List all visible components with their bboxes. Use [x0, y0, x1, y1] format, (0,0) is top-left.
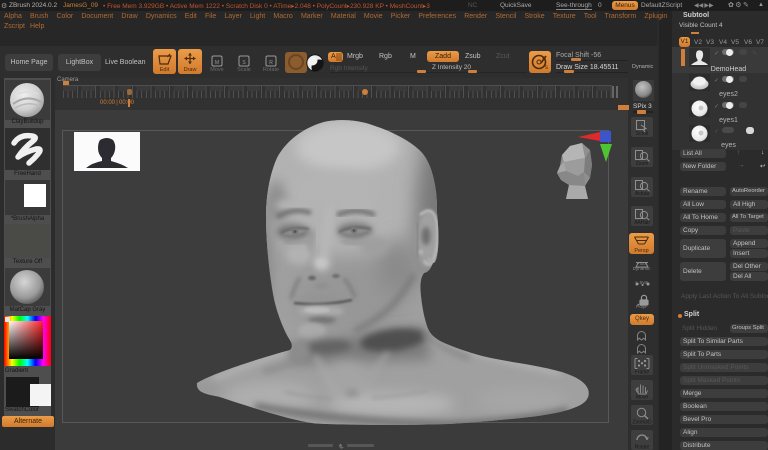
svg-text:Move: Move: [636, 395, 648, 401]
svg-text:Move: Move: [210, 67, 223, 72]
svg-text:Zoom: Zoom: [636, 161, 649, 167]
svg-text:Actual: Actual: [635, 191, 649, 197]
svg-text:Rotate: Rotate: [635, 445, 650, 450]
svg-text:AAHalf: AAHalf: [634, 220, 650, 226]
svg-text:R: R: [269, 60, 273, 66]
svg-text:Zoom3D: Zoom3D: [632, 420, 652, 426]
svg-text:Rotate: Rotate: [263, 67, 279, 72]
svg-text:M: M: [215, 60, 219, 66]
svg-text:s: s: [545, 65, 548, 71]
svg-text:Scale: Scale: [237, 67, 251, 72]
svg-text:S: S: [242, 60, 246, 66]
svg-text:Frame: Frame: [635, 370, 650, 376]
svg-text:Edit: Edit: [160, 67, 170, 73]
svg-text:Draw: Draw: [184, 67, 197, 73]
svg-text:Scroll: Scroll: [636, 131, 649, 137]
svg-text:Persp: Persp: [634, 248, 648, 254]
